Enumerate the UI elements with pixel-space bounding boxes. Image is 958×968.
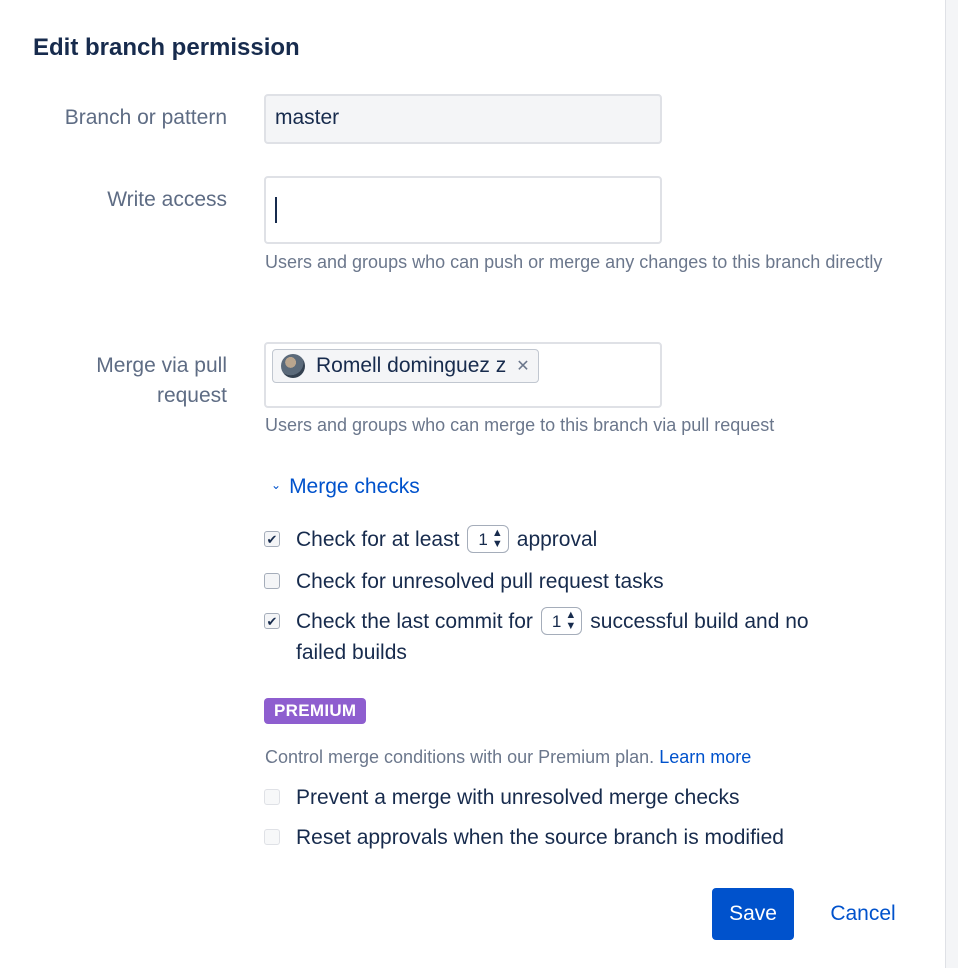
check-approvals-checkbox[interactable]: ✔: [264, 531, 280, 547]
chevron-down-icon: ⌄: [271, 478, 282, 492]
prevent-merge-row: Prevent a merge with unresolved merge ch…: [264, 782, 740, 813]
premium-description-text: Control merge conditions with our Premiu…: [265, 747, 655, 767]
dialog-title: Edit branch permission: [33, 34, 300, 61]
check-builds-text: Check the last commit for 1 ▲ ▼ successful b…: [296, 606, 809, 668]
user-tag: Romell dominguez z ✕: [272, 349, 539, 383]
builds-count-select[interactable]: 1 ▲ ▼: [540, 607, 583, 636]
branch-pattern-label: Branch or pattern: [64, 106, 227, 129]
branch-pattern-input[interactable]: master: [264, 94, 662, 144]
check-builds-after-line1: successful build and no: [590, 610, 809, 633]
reset-approvals-row: Reset approvals when the source branch i…: [264, 822, 784, 853]
check-approvals-row: ✔ Check for at least 1 ▲ ▼ approval: [264, 524, 597, 555]
select-arrows-icon: ▲ ▼: [565, 609, 577, 633]
check-approvals-text: Check for at least 1 ▲ ▼ approval: [296, 524, 597, 555]
check-tasks-checkbox[interactable]: [264, 573, 280, 589]
avatar: [281, 354, 305, 378]
write-access-help: Users and groups who can push or merge a…: [265, 252, 883, 272]
merge-pr-label-line2: request: [156, 384, 227, 407]
approvals-count-select[interactable]: 1 ▲ ▼: [467, 525, 509, 554]
reset-approvals-checkbox[interactable]: [264, 829, 280, 845]
check-builds-before: Check the last commit for: [296, 610, 533, 633]
save-button[interactable]: Save: [712, 888, 794, 940]
merge-checks-label: Merge checks: [289, 475, 420, 498]
close-icon[interactable]: ✕: [516, 356, 529, 376]
prevent-merge-checkbox[interactable]: [264, 789, 280, 805]
approvals-count-value: 1: [478, 529, 488, 549]
reset-approvals-text: Reset approvals when the source branch i…: [296, 826, 784, 849]
write-access-input[interactable]: [264, 176, 662, 244]
merge-pr-help: Users and groups who can merge to this b…: [265, 415, 775, 435]
check-approvals-before: Check for at least: [296, 528, 460, 551]
merge-pr-label-line1: Merge via pull: [96, 354, 227, 377]
premium-description: Control merge conditions with our Premiu…: [265, 742, 751, 772]
prevent-merge-text: Prevent a merge with unresolved merge ch…: [296, 786, 740, 809]
check-builds-after-line2: failed builds: [296, 641, 407, 664]
branch-pattern-value: master: [275, 106, 340, 129]
user-tag-label: Romell dominguez z: [316, 354, 507, 377]
check-builds-checkbox[interactable]: ✔: [264, 613, 280, 629]
background-page-edge: [945, 0, 958, 968]
merge-pr-input[interactable]: Romell dominguez z ✕: [264, 342, 662, 408]
check-tasks-text: Check for unresolved pull request tasks: [296, 570, 664, 593]
premium-badge: PREMIUM: [264, 698, 367, 724]
learn-more-link[interactable]: Learn more: [659, 747, 751, 767]
edit-branch-permission-dialog: Edit branch permission Branch or pattern…: [0, 0, 945, 968]
check-builds-row: ✔ Check the last commit for 1 ▲ ▼ successful…: [264, 606, 904, 668]
merge-pr-label: Merge via pull request: [96, 351, 227, 411]
text-cursor: [275, 197, 277, 223]
merge-checks-toggle[interactable]: ⌄ Merge checks: [271, 475, 420, 499]
select-arrows-icon: ▲ ▼: [491, 527, 503, 551]
cancel-button[interactable]: Cancel: [812, 888, 914, 940]
builds-count-value: 1: [551, 611, 562, 631]
write-access-label: Write access: [107, 188, 227, 211]
check-approvals-after: approval: [516, 528, 598, 551]
check-tasks-row: Check for unresolved pull request tasks: [264, 566, 664, 597]
